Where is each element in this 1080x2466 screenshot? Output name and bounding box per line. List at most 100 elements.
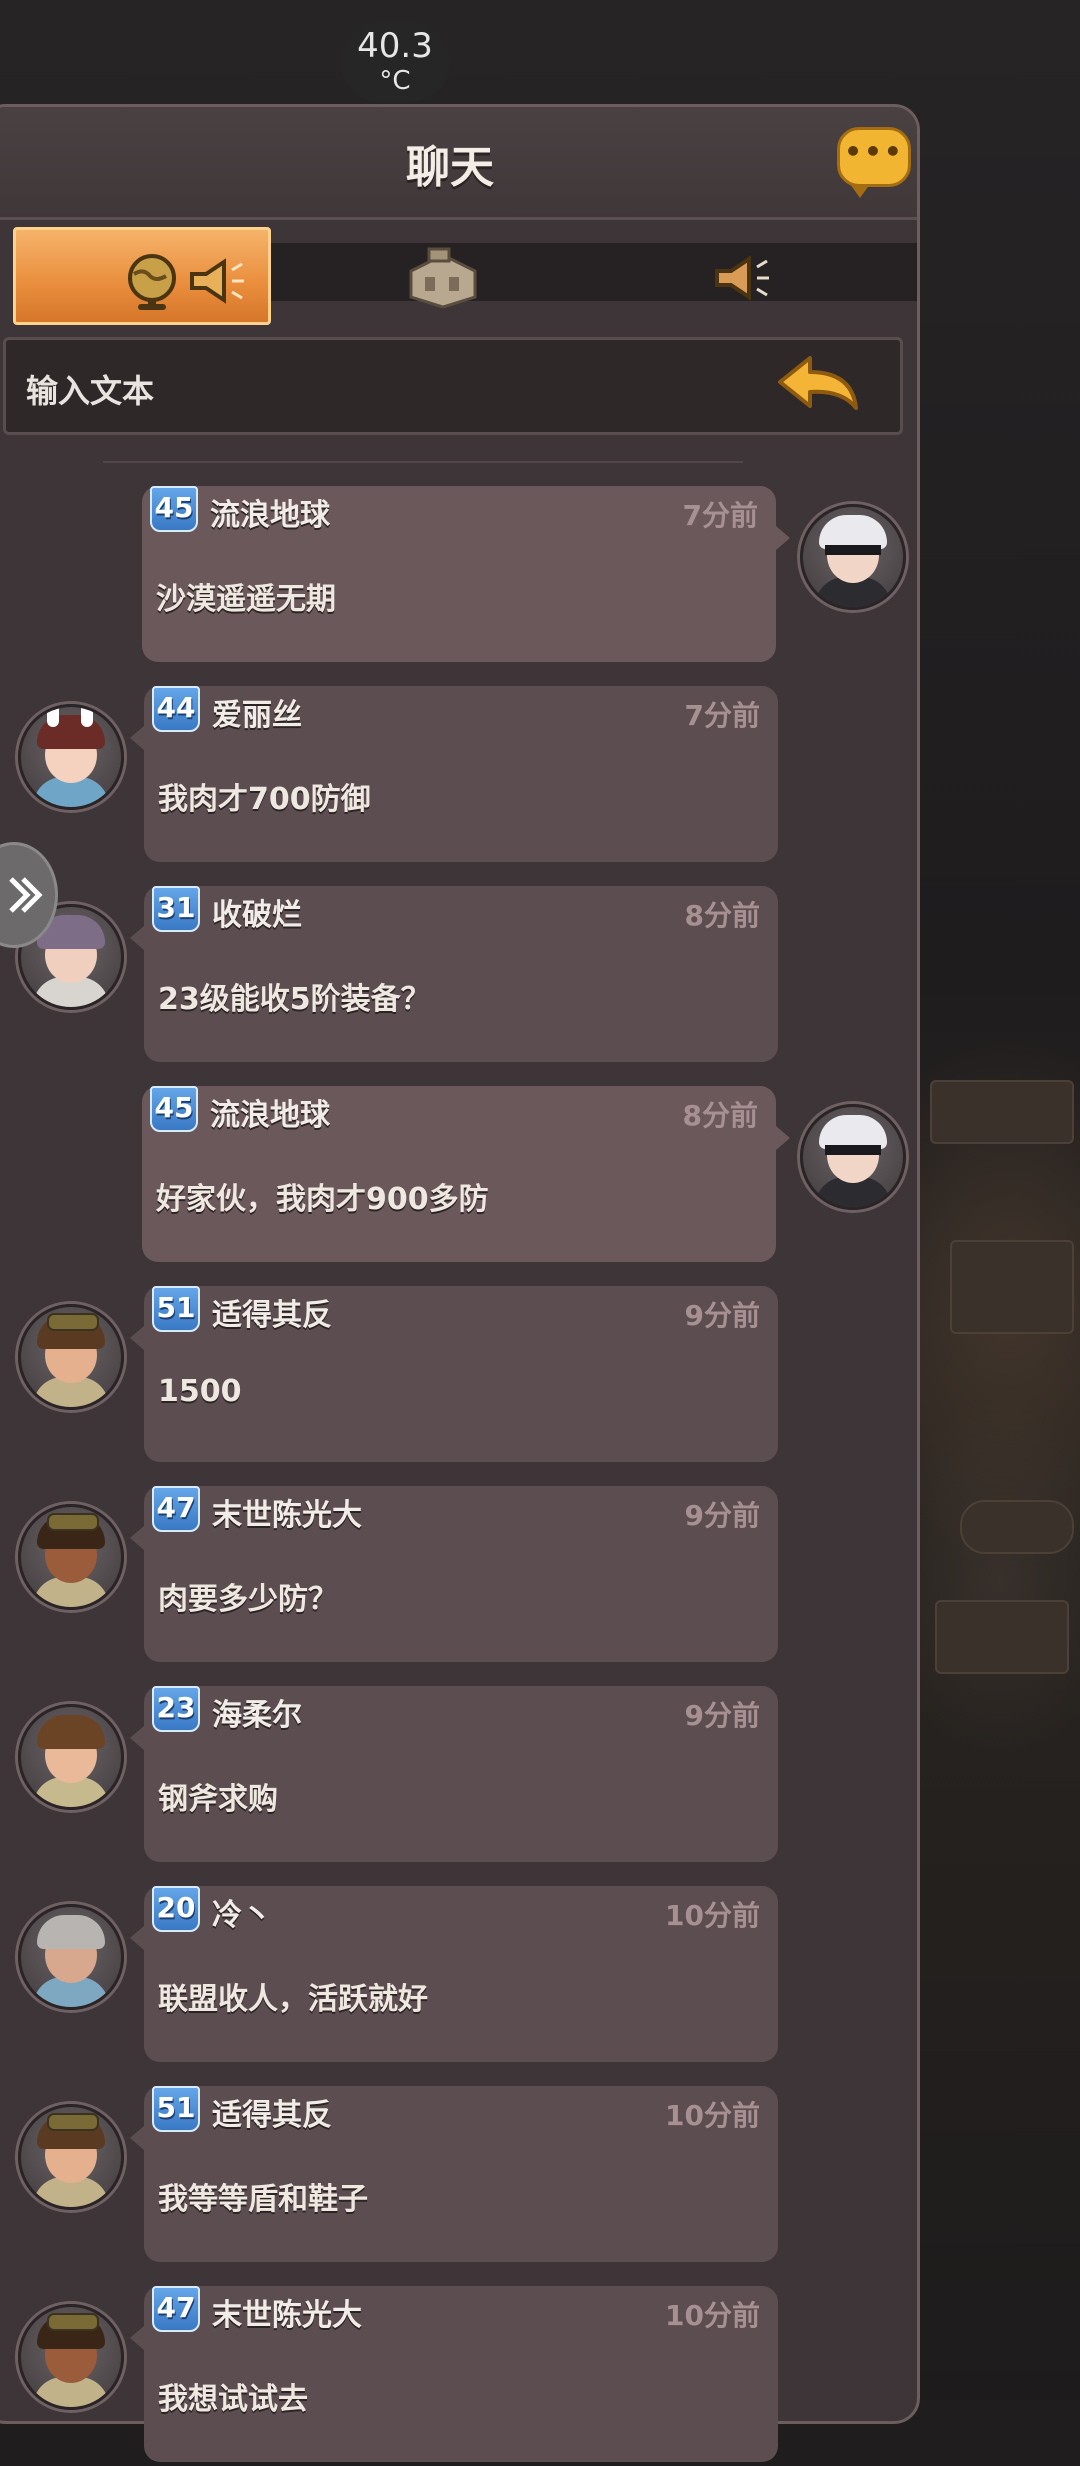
chat-message: 44 爱丽丝 7分前我肉才700防御: [0, 686, 940, 866]
tab-alliance[interactable]: [313, 227, 571, 325]
tab-system[interactable]: [613, 227, 871, 325]
message-text: 联盟收人，活跃就好: [158, 1982, 428, 2017]
building-icon: [409, 247, 477, 309]
message-bubble[interactable]: 44 爱丽丝 7分前我肉才700防御: [130, 686, 778, 862]
bg-pipe: [960, 1500, 1074, 1554]
chat-message: 23 海柔尔 9分前钢斧求购: [0, 1686, 940, 1866]
level-badge: 31: [152, 886, 200, 932]
message-input[interactable]: 输入文本: [3, 337, 903, 435]
avatar-goggles: [47, 1313, 99, 1331]
message-time: 9分前: [684, 1299, 760, 1332]
divider: [103, 461, 743, 463]
bg-crate: [950, 1240, 1074, 1334]
avatar[interactable]: [18, 1904, 124, 2010]
message-bubble[interactable]: 45 流浪地球 8分前好家伙，我肉才900多防: [142, 1086, 790, 1262]
megaphone-icon: [715, 255, 769, 301]
megaphone-icon: [190, 258, 244, 304]
message-bubble[interactable]: 45 流浪地球 7分前沙漠遥遥无期: [142, 486, 790, 662]
temperature-unit: °C: [379, 66, 411, 96]
level-badge: 47: [152, 1486, 200, 1532]
chat-message: 45 流浪地球 8分前好家伙，我肉才900多防: [0, 1086, 940, 1266]
message-text: 肉要多少防？: [158, 1582, 338, 1617]
message-time: 9分前: [684, 1699, 760, 1732]
chat-message: 31 收破烂 8分前 23级能收5阶装备？: [0, 886, 940, 1066]
message-time: 9分前: [684, 1499, 760, 1532]
sender-name[interactable]: 海柔尔: [212, 1690, 302, 1734]
message-bubble[interactable]: 31 收破烂 8分前 23级能收5阶装备？: [130, 886, 778, 1062]
message-bubble[interactable]: 51 适得其反 10分前我等等盾和鞋子: [130, 2086, 778, 2262]
avatar[interactable]: [18, 704, 124, 810]
avatar-hair: [37, 1915, 105, 1949]
avatar-goggles: [47, 2113, 99, 2131]
avatar[interactable]: [18, 2104, 124, 2210]
level-badge: 51: [152, 1286, 200, 1332]
message-text: 1500: [158, 1374, 242, 1409]
avatar[interactable]: [18, 1704, 124, 1810]
chat-message: 51 适得其反 9分前 1500: [0, 1286, 940, 1466]
message-time: 10分前: [665, 2099, 760, 2132]
avatar[interactable]: [800, 1104, 906, 1210]
message-text: 我想试试去: [158, 2382, 308, 2417]
input-placeholder: 输入文本: [26, 372, 155, 410]
sender-name[interactable]: 末世陈光大: [212, 2290, 362, 2334]
message-time: 7分前: [684, 699, 760, 732]
message-bubble[interactable]: 51 适得其反 9分前 1500: [130, 1286, 778, 1462]
sender-name[interactable]: 流浪地球: [210, 490, 330, 534]
avatar-hair: [819, 1115, 887, 1149]
message-bubble[interactable]: 20 冷丶 10分前联盟收人，活跃就好: [130, 1886, 778, 2062]
avatar[interactable]: [18, 1504, 124, 1610]
send-button[interactable]: [774, 352, 864, 422]
sender-name[interactable]: 冷丶: [212, 1890, 272, 1934]
avatar-hair: [819, 515, 887, 549]
message-text: 23级能收5阶装备？: [158, 982, 431, 1017]
chat-message: 51 适得其反 10分前我等等盾和鞋子: [0, 2086, 940, 2266]
sender-name[interactable]: 爱丽丝: [212, 690, 302, 734]
sender-name[interactable]: 适得其反: [212, 1290, 332, 1334]
avatar-blindfold: [825, 1145, 881, 1155]
avatar[interactable]: [18, 1304, 124, 1410]
return-arrow-icon: [778, 356, 858, 410]
avatar-goggles: [47, 2313, 99, 2331]
sender-name[interactable]: 末世陈光大: [212, 1490, 362, 1534]
level-badge: 45: [150, 1086, 198, 1132]
message-bubble[interactable]: 23 海柔尔 9分前钢斧求购: [130, 1686, 778, 1862]
bg-crate: [935, 1600, 1069, 1674]
page-title: 聊天: [406, 142, 494, 193]
globe-icon: [128, 254, 176, 310]
level-badge: 45: [150, 486, 198, 532]
level-badge: 23: [152, 1686, 200, 1732]
message-time: 8分前: [682, 1099, 758, 1132]
message-bubble[interactable]: 47 末世陈光大 10分前我想试试去: [130, 2286, 778, 2462]
avatar[interactable]: [800, 504, 906, 610]
level-badge: 44: [152, 686, 200, 732]
message-text: 我肉才700防御: [158, 782, 371, 817]
level-badge: 51: [152, 2086, 200, 2132]
chat-message: 47 末世陈光大 9分前肉要多少防？: [0, 1486, 940, 1666]
tab-world[interactable]: [13, 227, 271, 325]
level-badge: 20: [152, 1886, 200, 1932]
sender-name[interactable]: 收破烂: [212, 890, 302, 934]
avatar-goggles: [47, 1513, 99, 1531]
speech-bubble-icon[interactable]: •••: [837, 127, 911, 198]
chat-message: 47 末世陈光大 10分前我想试试去: [0, 2286, 940, 2466]
message-text: 沙漠遥遥无期: [156, 582, 336, 617]
temperature-value: 40.3: [357, 26, 433, 66]
avatar-hair: [37, 1715, 105, 1749]
message-time: 7分前: [682, 499, 758, 532]
sender-name[interactable]: 流浪地球: [210, 1090, 330, 1134]
message-text: 钢斧求购: [158, 1782, 278, 1817]
avatar-ear: [47, 707, 59, 727]
message-bubble[interactable]: 47 末世陈光大 9分前肉要多少防？: [130, 1486, 778, 1662]
chat-header: 聊天 •••: [0, 107, 917, 220]
message-text: 好家伙，我肉才900多防: [156, 1182, 489, 1217]
avatar[interactable]: [18, 2304, 124, 2410]
level-badge: 47: [152, 2286, 200, 2332]
message-time: 10分前: [665, 1899, 760, 1932]
message-text: 我等等盾和鞋子: [158, 2182, 368, 2217]
avatar-blindfold: [825, 545, 881, 555]
sender-name[interactable]: 适得其反: [212, 2090, 332, 2134]
chat-message: 20 冷丶 10分前联盟收人，活跃就好: [0, 1886, 940, 2066]
message-time: 10分前: [665, 2299, 760, 2332]
temperature-indicator: 40.3 °C: [340, 22, 450, 102]
avatar-ear: [81, 707, 93, 727]
